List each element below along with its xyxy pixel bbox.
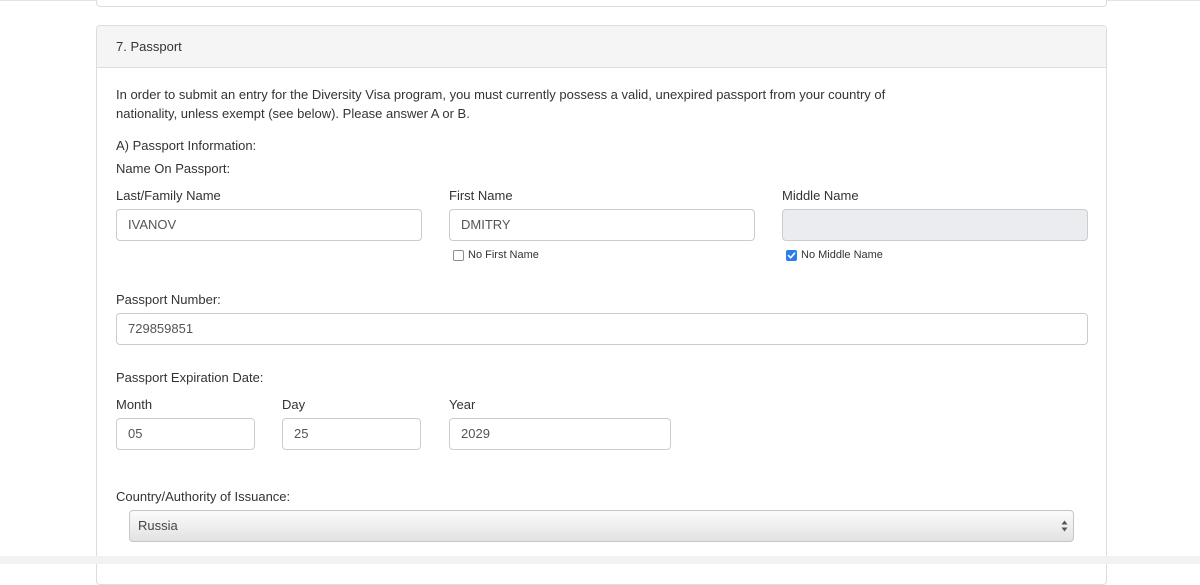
middle-name-input[interactable] [782, 209, 1088, 241]
checkmark-icon [787, 252, 796, 259]
section-intro: In order to submit an entry for the Dive… [116, 87, 886, 121]
month-input[interactable]: 05 [116, 418, 255, 450]
previous-section-panel [96, 0, 1107, 7]
passport-info-heading: A) Passport Information: [116, 138, 257, 153]
select-arrows-icon [1061, 520, 1068, 532]
bottom-bar [0, 556, 1200, 564]
first-name-label: First Name [449, 188, 513, 203]
country-select[interactable]: Russia [129, 510, 1074, 542]
name-on-passport-label: Name On Passport: [116, 161, 231, 176]
first-name-input[interactable]: DMITRY [449, 209, 755, 241]
country-selected-value: Russia [138, 518, 178, 533]
no-first-name-label: No First Name [468, 249, 539, 261]
month-label: Month [116, 397, 153, 412]
year-input[interactable]: 2029 [449, 418, 671, 450]
country-label: Country/Authority of Issuance: [116, 489, 291, 504]
passport-number-input[interactable]: 729859851 [116, 313, 1088, 345]
day-label: Day [282, 397, 306, 412]
middle-name-label: Middle Name [782, 188, 859, 203]
expiration-date-label: Passport Expiration Date: [116, 370, 264, 385]
section-title: 7. Passport [97, 26, 1106, 68]
passport-number-label: Passport Number: [116, 292, 221, 307]
day-input[interactable]: 25 [282, 418, 421, 450]
year-label: Year [449, 397, 476, 412]
no-first-name-checkbox[interactable] [453, 250, 464, 261]
no-middle-name-label: No Middle Name [801, 249, 883, 261]
last-name-label: Last/Family Name [116, 188, 221, 203]
no-middle-name-checkbox[interactable] [786, 250, 797, 261]
last-name-input[interactable]: IVANOV [116, 209, 422, 241]
